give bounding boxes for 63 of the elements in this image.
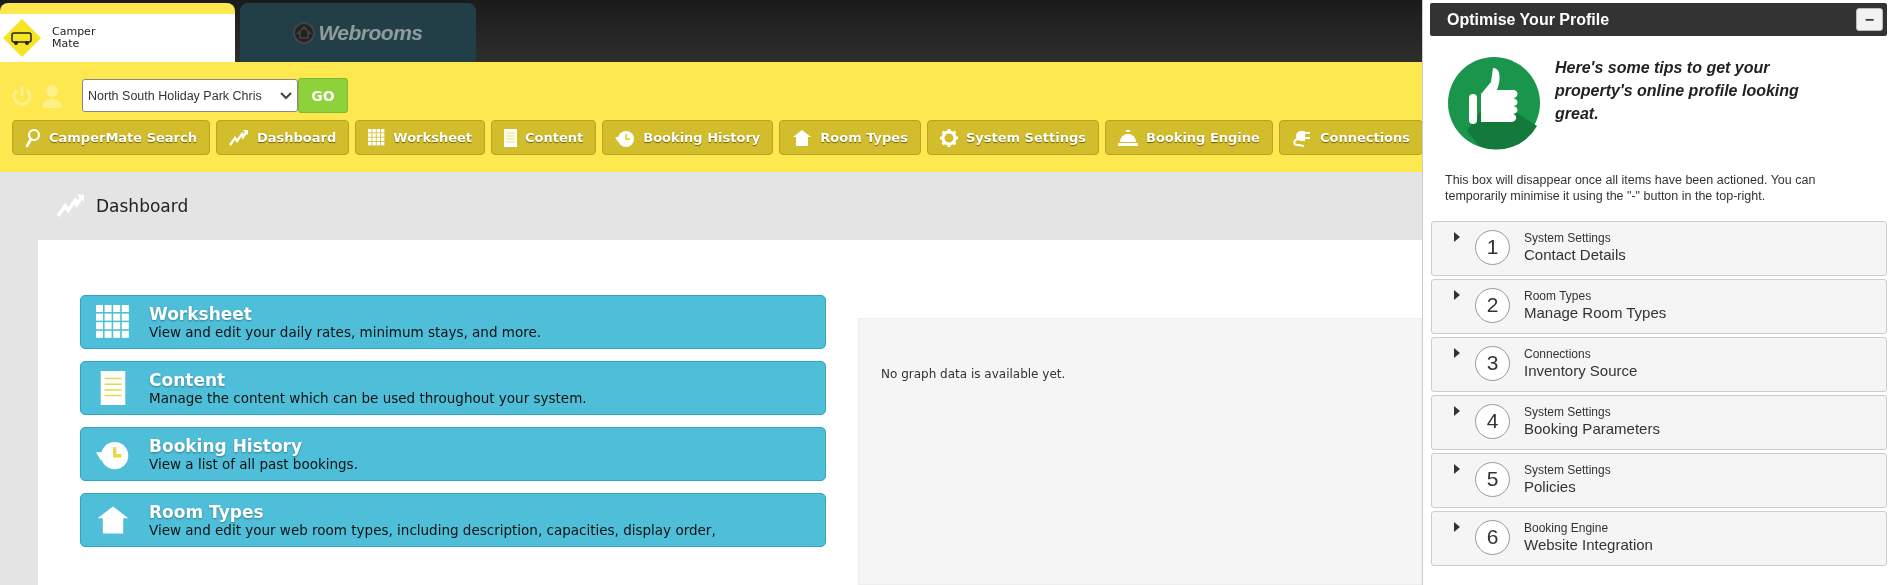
card-description: View and edit your daily rates, minimum stays, and more. xyxy=(149,324,542,340)
task-title: Manage Room Types xyxy=(1524,303,1667,321)
search-icon xyxy=(25,127,41,148)
step-number: 4 xyxy=(1475,403,1510,439)
task-title: Booking Parameters xyxy=(1524,419,1660,437)
page-title: Dashboard xyxy=(96,196,189,216)
task-category: System Settings xyxy=(1524,404,1612,419)
house-logo-icon xyxy=(293,21,316,44)
task-category: System Settings xyxy=(1524,230,1612,245)
card-description: View and edit your web room types, including description, capacities, display order, xyxy=(149,522,716,538)
dashboard-card[interactable]: Room Types View and edit your web room types, including description, capacities, display order, xyxy=(80,493,826,547)
card-description: Manage the content which can be used throughout your system. xyxy=(149,390,587,406)
profile-task-item[interactable]: 5 System Settings Policies xyxy=(1431,452,1887,508)
step-number: 6 xyxy=(1475,519,1510,555)
dashboard-card[interactable]: Booking History View a list of all past bookings. xyxy=(80,427,826,481)
document-icon xyxy=(504,128,517,147)
card-title: Booking History xyxy=(149,436,304,456)
trend-chart-icon xyxy=(229,128,249,147)
power-icon[interactable] xyxy=(10,83,34,108)
profile-task-item[interactable]: 4 System Settings Booking Parameters xyxy=(1431,394,1887,450)
step-number: 5 xyxy=(1475,461,1510,497)
step-number: 1 xyxy=(1475,229,1510,265)
page-trend-icon xyxy=(56,193,86,219)
dashboard-card[interactable]: Worksheet View and edit your daily rates, minimum stays, and more. xyxy=(80,295,826,349)
app-tab[interactable]: Webrooms xyxy=(240,3,476,62)
minimise-button[interactable]: − xyxy=(1856,8,1883,31)
task-category: Connections xyxy=(1524,346,1592,361)
chevron-down-icon xyxy=(280,91,292,100)
profile-task-item[interactable]: 2 Room Types Manage Room Types xyxy=(1431,278,1887,334)
property-select[interactable]: North South Holiday Park Chris xyxy=(82,79,298,112)
graph-message: No graph data is available yet. xyxy=(881,367,1066,383)
card-description: View a list of all past bookings. xyxy=(149,456,358,472)
dashboard-card[interactable]: Content Manage the content which can be used throughout your system. xyxy=(80,361,826,415)
grid-icon xyxy=(368,129,386,146)
grid-icon xyxy=(96,305,130,339)
step-number: 3 xyxy=(1475,345,1510,381)
thumbs-up-icon xyxy=(1447,56,1541,150)
logo-text: Webrooms xyxy=(318,20,423,45)
user-icon[interactable] xyxy=(42,83,62,108)
service-bell-icon xyxy=(1117,129,1138,146)
profile-task-item[interactable]: 1 System Settings Contact Details xyxy=(1431,220,1887,276)
task-title: Contact Details xyxy=(1524,245,1626,263)
gear-icon xyxy=(939,128,958,147)
profile-task-item[interactable]: 6 Booking Engine Website Integration xyxy=(1431,510,1887,566)
panel-note: This box will disappear once all items have been actioned. You can temporarily minimise it using the "-" button in the top-right. xyxy=(1444,172,1817,205)
logo-text: Camper Mate xyxy=(52,26,97,50)
profile-task-item[interactable]: 3 Connections Inventory Source xyxy=(1431,336,1887,392)
plug-icon xyxy=(1291,128,1312,147)
task-title: Policies xyxy=(1524,477,1577,495)
tip-heading: Here's some tips to get your property's online profile looking great. xyxy=(1555,58,1800,125)
card-title: Room Types xyxy=(149,502,265,522)
camper-van-logo-icon xyxy=(2,18,42,58)
card-title: Worksheet xyxy=(149,304,253,324)
task-category: Booking Engine xyxy=(1524,520,1610,535)
task-category: Room Types xyxy=(1524,288,1593,303)
task-title: Website Integration xyxy=(1524,535,1653,553)
app-tab[interactable]: Camper Mate xyxy=(0,3,235,62)
card-title: Content xyxy=(149,370,227,390)
task-title: Inventory Source xyxy=(1524,361,1638,379)
step-number: 2 xyxy=(1475,287,1510,323)
house-icon xyxy=(792,128,813,147)
task-category: System Settings xyxy=(1524,462,1611,477)
panel-title: Optimise Your Profile xyxy=(1447,10,1610,29)
